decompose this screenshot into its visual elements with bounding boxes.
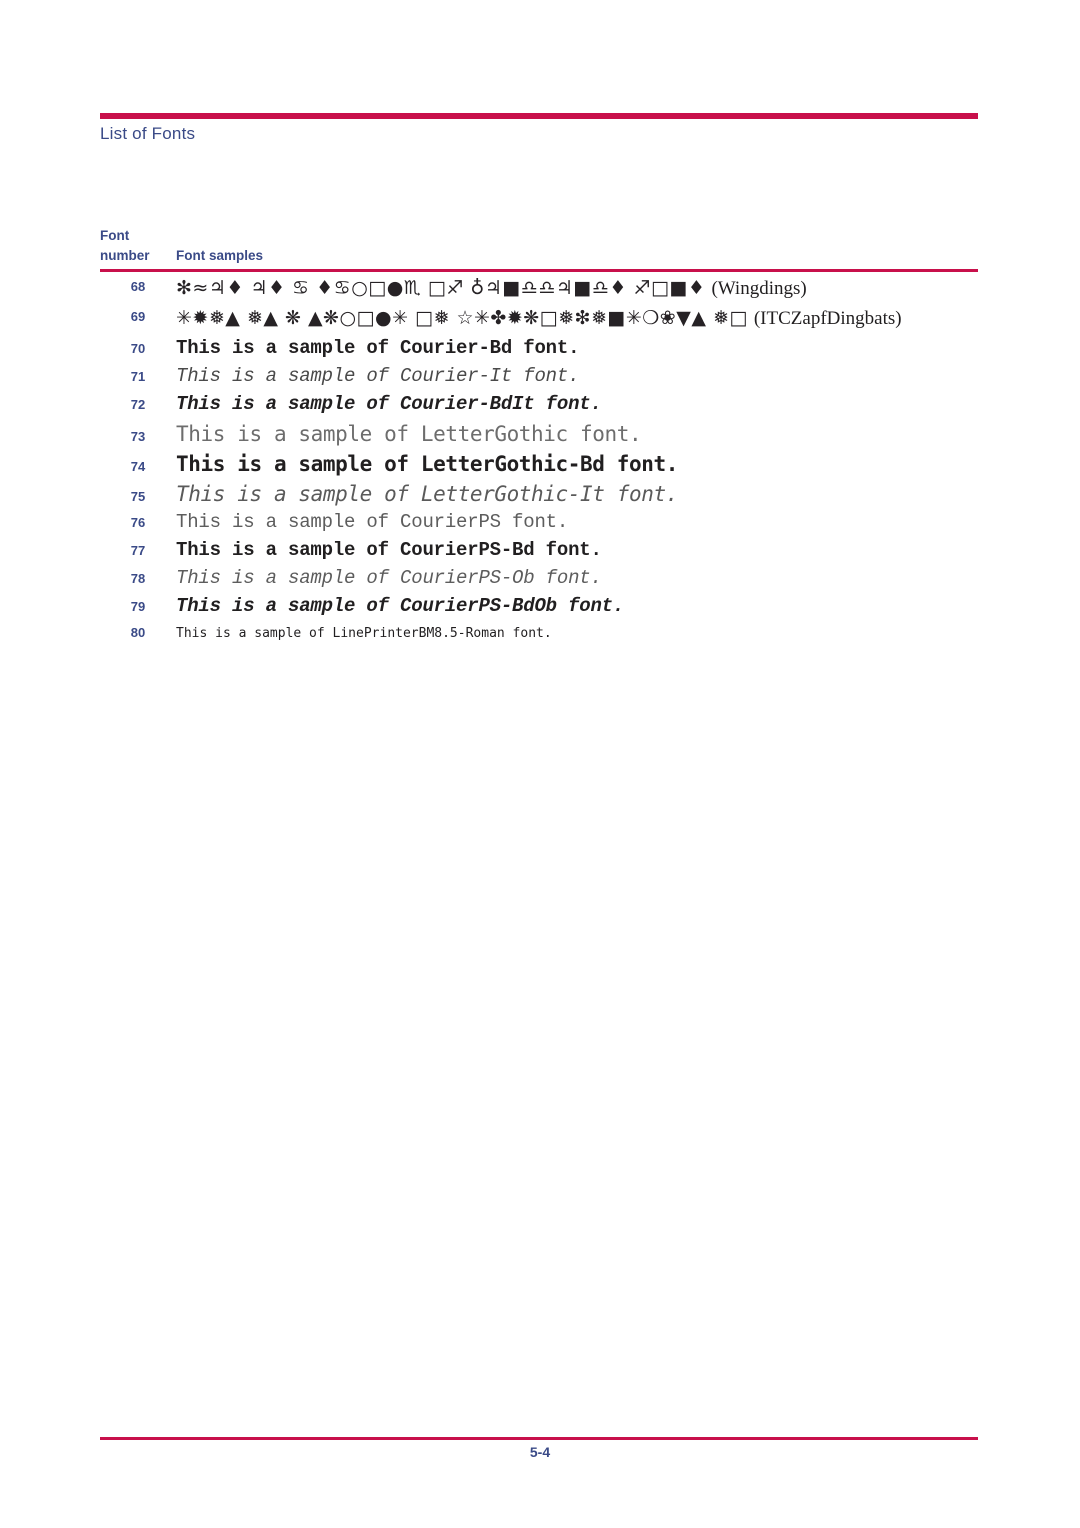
row-sample: This is a sample of LetterGothic-Bd font… bbox=[176, 452, 678, 476]
column-header-font-samples: Font samples bbox=[176, 248, 264, 263]
column-header-font-number: Font number bbox=[100, 226, 172, 266]
page-title: List of Fonts bbox=[100, 124, 196, 143]
row-sample: This is a sample of CourierPS-BdOb font. bbox=[176, 595, 625, 617]
row-number: 74 bbox=[130, 459, 146, 474]
table-row: 72 This is a sample of Courier-BdIt font… bbox=[100, 393, 978, 422]
table-row: 68 ✻≈♃♦ ♃♦ ♋ ♦♋○□●♏ □♐ ♁♃■♎♎♃■♎♦ ♐□■♦ (Wi… bbox=[100, 277, 978, 307]
table-row: 70 This is a sample of Courier-Bd font. bbox=[100, 337, 978, 365]
table-row: 80 This is a sample of LinePrinterBM8.5-… bbox=[100, 625, 978, 651]
table-row: 73 This is a sample of LetterGothic font… bbox=[100, 422, 978, 452]
row-number: 80 bbox=[130, 625, 146, 640]
table-row: 69 ✳✹❅▲ ❅▲ ❋ ▲❋○□●✳ □❅ ☆✳✤✹❋□❅❇❅■✳❍❀▼▲ ❅… bbox=[100, 307, 978, 337]
row-number: 69 bbox=[130, 309, 146, 324]
row-number: 76 bbox=[130, 515, 146, 530]
column-header-font-number-line2: number bbox=[100, 248, 150, 263]
row-number: 75 bbox=[130, 489, 146, 504]
row-sample: This is a sample of Courier-It font. bbox=[176, 365, 580, 387]
row-sample: This is a sample of CourierPS-Bd font. bbox=[176, 539, 602, 561]
row-number: 77 bbox=[130, 543, 146, 558]
row-sample: ✳✹❅▲ ❅▲ ❋ ▲❋○□●✳ □❅ ☆✳✤✹❋□❅❇❅■✳❍❀▼▲ ❅□ (I… bbox=[176, 307, 978, 330]
table-row: 79 This is a sample of CourierPS-BdOb fo… bbox=[100, 595, 978, 625]
table-row: 78 This is a sample of CourierPS-Ob font… bbox=[100, 567, 978, 595]
font-name-label: (Wingdings) bbox=[711, 278, 807, 299]
wingdings-glyphs: ✻≈♃♦ ♃♦ ♋ ♦♋○□●♏ □♐ ♁♃■♎♎♃■♎♦ ♐□■♦ bbox=[176, 277, 706, 299]
table-row: 76 This is a sample of CourierPS font. bbox=[100, 511, 978, 539]
row-sample: This is a sample of LetterGothic font. bbox=[176, 422, 642, 446]
row-number: 68 bbox=[130, 279, 146, 294]
page-number: 5-4 bbox=[529, 1444, 551, 1460]
row-sample: This is a sample of Courier-BdIt font. bbox=[176, 393, 602, 415]
table-row: 71 This is a sample of Courier-It font. bbox=[100, 365, 978, 393]
column-header-font-number-line1: Font bbox=[100, 228, 130, 243]
row-number: 79 bbox=[130, 599, 146, 614]
row-sample: This is a sample of CourierPS font. bbox=[176, 511, 569, 533]
row-number: 73 bbox=[130, 429, 146, 444]
row-number: 78 bbox=[130, 571, 146, 586]
row-sample: ✻≈♃♦ ♃♦ ♋ ♦♋○□●♏ □♐ ♁♃■♎♎♃■♎♦ ♐□■♦ (Wingd… bbox=[176, 277, 978, 300]
document-page: List of Fonts Font number Font samples 6… bbox=[0, 0, 1080, 1528]
table-row: 75 This is a sample of LetterGothic-It f… bbox=[100, 482, 978, 511]
zapfdingbats-glyphs: ✳✹❅▲ ❅▲ ❋ ▲❋○□●✳ □❅ ☆✳✤✹❋□❅❇❅■✳❍❀▼▲ ❅□ bbox=[176, 307, 748, 329]
table-row: 77 This is a sample of CourierPS-Bd font… bbox=[100, 539, 978, 567]
row-sample: This is a sample of CourierPS-Ob font. bbox=[176, 567, 602, 589]
footer-accent-rule bbox=[100, 1437, 978, 1440]
row-number: 71 bbox=[130, 369, 146, 384]
table-header-rule bbox=[100, 269, 978, 272]
row-sample: This is a sample of LinePrinterBM8.5-Rom… bbox=[176, 626, 552, 641]
font-sample-table: 68 ✻≈♃♦ ♃♦ ♋ ♦♋○□●♏ □♐ ♁♃■♎♎♃■♎♦ ♐□■♦ (Wi… bbox=[100, 277, 978, 651]
table-row: 74 This is a sample of LetterGothic-Bd f… bbox=[100, 452, 978, 482]
row-sample: This is a sample of Courier-Bd font. bbox=[176, 337, 580, 359]
header-accent-rule bbox=[100, 113, 978, 119]
row-number: 72 bbox=[130, 397, 146, 412]
row-sample: This is a sample of LetterGothic-It font… bbox=[176, 482, 678, 506]
font-name-label: (ITCZapfDingbats) bbox=[753, 308, 902, 329]
row-number: 70 bbox=[130, 341, 146, 356]
